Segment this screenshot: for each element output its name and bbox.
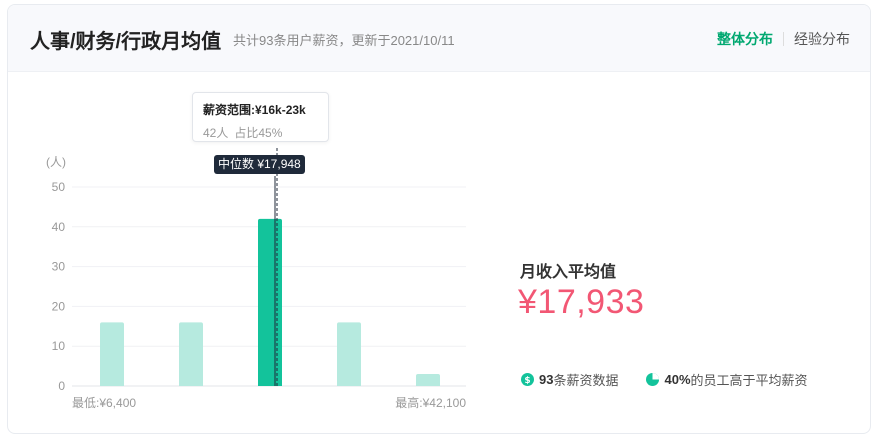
salary-distribution-chart: (人) 0 10 20 30 40 50 最低:¥6,400 最高:¥42,100 <box>46 148 466 410</box>
stat-records-text: 条薪资数据 <box>553 373 619 388</box>
x-min-label: 最低:¥6,400 <box>72 396 136 410</box>
stat-above-average-percent: 40% <box>664 372 691 387</box>
pie-chart-icon <box>646 373 660 386</box>
histogram-bar-4 <box>337 322 361 386</box>
histogram-bar-5 <box>416 374 440 386</box>
coin-icon: $ <box>521 373 534 386</box>
stat-above-average-text: 的员工高于平均薪资 <box>690 373 808 388</box>
bar-tooltip: 薪资范围:¥16k-23k 42人 占比45% <box>192 92 329 142</box>
tooltip-share: 占比45% <box>234 126 283 140</box>
histogram-bar-3 <box>258 218 282 386</box>
histogram-bar-1 <box>100 322 124 386</box>
tooltip-count: 42人 <box>203 126 229 140</box>
tooltip-detail: 42人 占比45% <box>203 124 318 141</box>
svg-text:$: $ <box>524 376 530 386</box>
y-tick-label-40: 40 <box>52 220 66 234</box>
x-max-label: 最高:¥42,100 <box>395 395 466 410</box>
y-tick-label-20: 20 <box>52 299 66 313</box>
y-tick-label-0: 0 <box>58 379 65 393</box>
average-label: 月收入平均值 <box>520 264 617 281</box>
summary-stats: $ 93 条薪资数据 40% 的员工高于平均薪资 <box>521 370 808 389</box>
y-tick-label-30: 30 <box>52 260 66 274</box>
stat-records: $ 93 条薪资数据 <box>521 370 618 389</box>
tooltip-range: 薪资范围:¥16k-23k <box>203 103 306 117</box>
y-axis-unit-label: (人) <box>46 155 66 169</box>
y-tick-label-50: 50 <box>52 180 66 194</box>
stat-above-average: 40% 的员工高于平均薪资 <box>646 370 808 389</box>
stat-records-count: 93 <box>539 372 554 387</box>
histogram-bar-2 <box>179 322 203 386</box>
y-tick-label-10: 10 <box>52 339 66 353</box>
median-tag: 中位数 ¥17,948 <box>214 155 305 174</box>
average-value: ¥17,933 <box>518 283 645 321</box>
